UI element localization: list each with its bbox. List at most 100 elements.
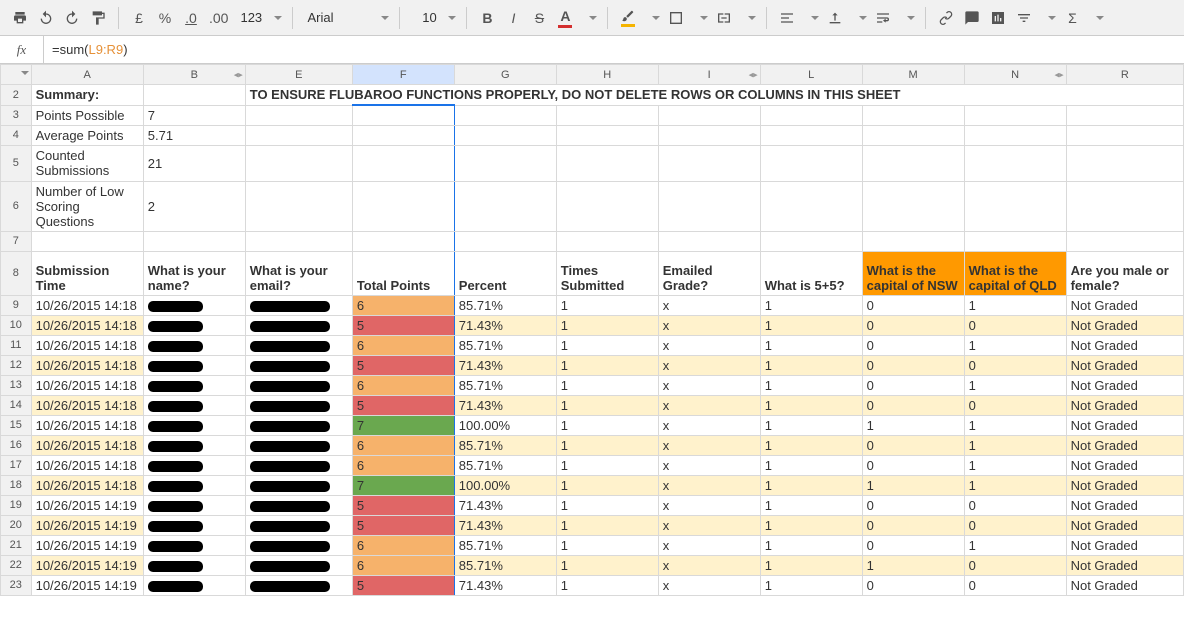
cell-q3[interactable]: 0 <box>964 395 1066 415</box>
fill-color-more[interactable] <box>642 5 662 31</box>
cell[interactable] <box>245 105 352 125</box>
cell-name[interactable] <box>143 375 245 395</box>
cell-time[interactable]: 10/26/2015 14:18 <box>31 335 143 355</box>
cell[interactable] <box>556 125 658 145</box>
cell-name[interactable] <box>143 335 245 355</box>
cell-gender[interactable]: Not Graded <box>1066 515 1183 535</box>
cell[interactable] <box>556 181 658 231</box>
cell-email[interactable] <box>245 415 352 435</box>
cell-times-submitted[interactable]: 1 <box>556 295 658 315</box>
cell-q3[interactable]: 1 <box>964 295 1066 315</box>
cell-name[interactable] <box>143 395 245 415</box>
col-header-H[interactable]: H <box>556 65 658 85</box>
cell-total-points[interactable]: 5 <box>352 495 454 515</box>
cell[interactable]: Average Points <box>31 125 143 145</box>
cell-q2[interactable]: 0 <box>862 435 964 455</box>
cell-email[interactable] <box>245 315 352 335</box>
cell-time[interactable]: 10/26/2015 14:18 <box>31 295 143 315</box>
col-header-R[interactable]: R <box>1066 65 1183 85</box>
cell[interactable]: Number of Low Scoring Questions <box>31 181 143 231</box>
cell-emailed-grade[interactable]: x <box>658 435 760 455</box>
cell-q1[interactable]: 1 <box>760 535 862 555</box>
col-header-B[interactable]: B◂▸ <box>143 65 245 85</box>
cell[interactable]: 2 <box>143 181 245 231</box>
cell-email[interactable] <box>245 295 352 315</box>
cell-q3[interactable]: 1 <box>964 415 1066 435</box>
text-wrap-button[interactable] <box>871 5 895 31</box>
cell-q2[interactable]: 1 <box>862 475 964 495</box>
cell-percent[interactable]: 71.43% <box>454 315 556 335</box>
cell-emailed-grade[interactable]: x <box>658 455 760 475</box>
cell-percent[interactable]: 71.43% <box>454 575 556 595</box>
cell-emailed-grade[interactable]: x <box>658 515 760 535</box>
row-header[interactable]: 17 <box>1 455 32 475</box>
cell-times-submitted[interactable]: 1 <box>556 535 658 555</box>
cell-email[interactable] <box>245 355 352 375</box>
cell[interactable]: 5.71 <box>143 125 245 145</box>
cell-emailed-grade[interactable]: x <box>658 295 760 315</box>
select-all-corner[interactable] <box>1 65 32 85</box>
cell-total-points[interactable]: 6 <box>352 535 454 555</box>
filter-button[interactable] <box>1012 5 1036 31</box>
col-header-I[interactable]: I◂▸ <box>658 65 760 85</box>
cell-total-points[interactable]: 5 <box>352 575 454 595</box>
cell[interactable] <box>1066 231 1183 251</box>
cell-total-points[interactable]: 6 <box>352 555 454 575</box>
cell-times-submitted[interactable]: 1 <box>556 555 658 575</box>
more-formats-select[interactable]: 123 <box>234 5 284 31</box>
cell-time[interactable]: 10/26/2015 14:18 <box>31 395 143 415</box>
row-header[interactable]: 12 <box>1 355 32 375</box>
warning-cell[interactable]: TO ENSURE FLUBAROO FUNCTIONS PROPERLY, D… <box>245 85 1183 106</box>
cell-q2[interactable]: 0 <box>862 295 964 315</box>
cell-q3[interactable]: 0 <box>964 515 1066 535</box>
undo-button[interactable] <box>34 5 58 31</box>
cell-times-submitted[interactable]: 1 <box>556 575 658 595</box>
row-header[interactable]: 9 <box>1 295 32 315</box>
cell-email[interactable] <box>245 555 352 575</box>
cell-name[interactable] <box>143 435 245 455</box>
cell[interactable] <box>658 231 760 251</box>
cell-email[interactable] <box>245 435 352 455</box>
col-header-M[interactable]: M <box>862 65 964 85</box>
cell-time[interactable]: 10/26/2015 14:19 <box>31 575 143 595</box>
cell-percent[interactable]: 85.71% <box>454 535 556 555</box>
decrease-decimal-button[interactable]: .0 <box>179 5 203 31</box>
redo-button[interactable] <box>60 5 84 31</box>
cell-times-submitted[interactable]: 1 <box>556 475 658 495</box>
cell-times-submitted[interactable]: 1 <box>556 435 658 455</box>
cell[interactable] <box>964 125 1066 145</box>
row-header[interactable]: 20 <box>1 515 32 535</box>
cell-q3[interactable]: 1 <box>964 435 1066 455</box>
row-header[interactable]: 5 <box>1 145 32 181</box>
cell-time[interactable]: 10/26/2015 14:19 <box>31 495 143 515</box>
cell[interactable] <box>352 125 454 145</box>
cell-total-points[interactable]: 5 <box>352 515 454 535</box>
cell-time[interactable]: 10/26/2015 14:18 <box>31 455 143 475</box>
cell[interactable] <box>1066 105 1183 125</box>
cell[interactable]: 21 <box>143 145 245 181</box>
print-button[interactable] <box>8 5 32 31</box>
cell[interactable] <box>1066 145 1183 181</box>
cell-q1[interactable]: 1 <box>760 555 862 575</box>
row-header[interactable]: 10 <box>1 315 32 335</box>
cell-percent[interactable]: 71.43% <box>454 395 556 415</box>
cell-q2[interactable]: 1 <box>862 415 964 435</box>
cell-name[interactable] <box>143 575 245 595</box>
cell-total-points[interactable]: 6 <box>352 455 454 475</box>
cell-total-points[interactable]: 6 <box>352 435 454 455</box>
hdr-times-submitted[interactable]: Times Submitted <box>556 251 658 295</box>
cell-times-submitted[interactable]: 1 <box>556 415 658 435</box>
insert-link-button[interactable] <box>934 5 958 31</box>
col-header-N[interactable]: N◂▸ <box>964 65 1066 85</box>
cell-emailed-grade[interactable]: x <box>658 575 760 595</box>
cell-q2[interactable]: 0 <box>862 515 964 535</box>
cell[interactable] <box>454 125 556 145</box>
cell-gender[interactable]: Not Graded <box>1066 375 1183 395</box>
increase-decimal-button[interactable]: .00 <box>205 5 232 31</box>
cell-q1[interactable]: 1 <box>760 435 862 455</box>
row-header[interactable]: 13 <box>1 375 32 395</box>
cell-emailed-grade[interactable]: x <box>658 375 760 395</box>
cell-q3[interactable]: 1 <box>964 455 1066 475</box>
cell-q3[interactable]: 1 <box>964 335 1066 355</box>
cell[interactable] <box>454 231 556 251</box>
